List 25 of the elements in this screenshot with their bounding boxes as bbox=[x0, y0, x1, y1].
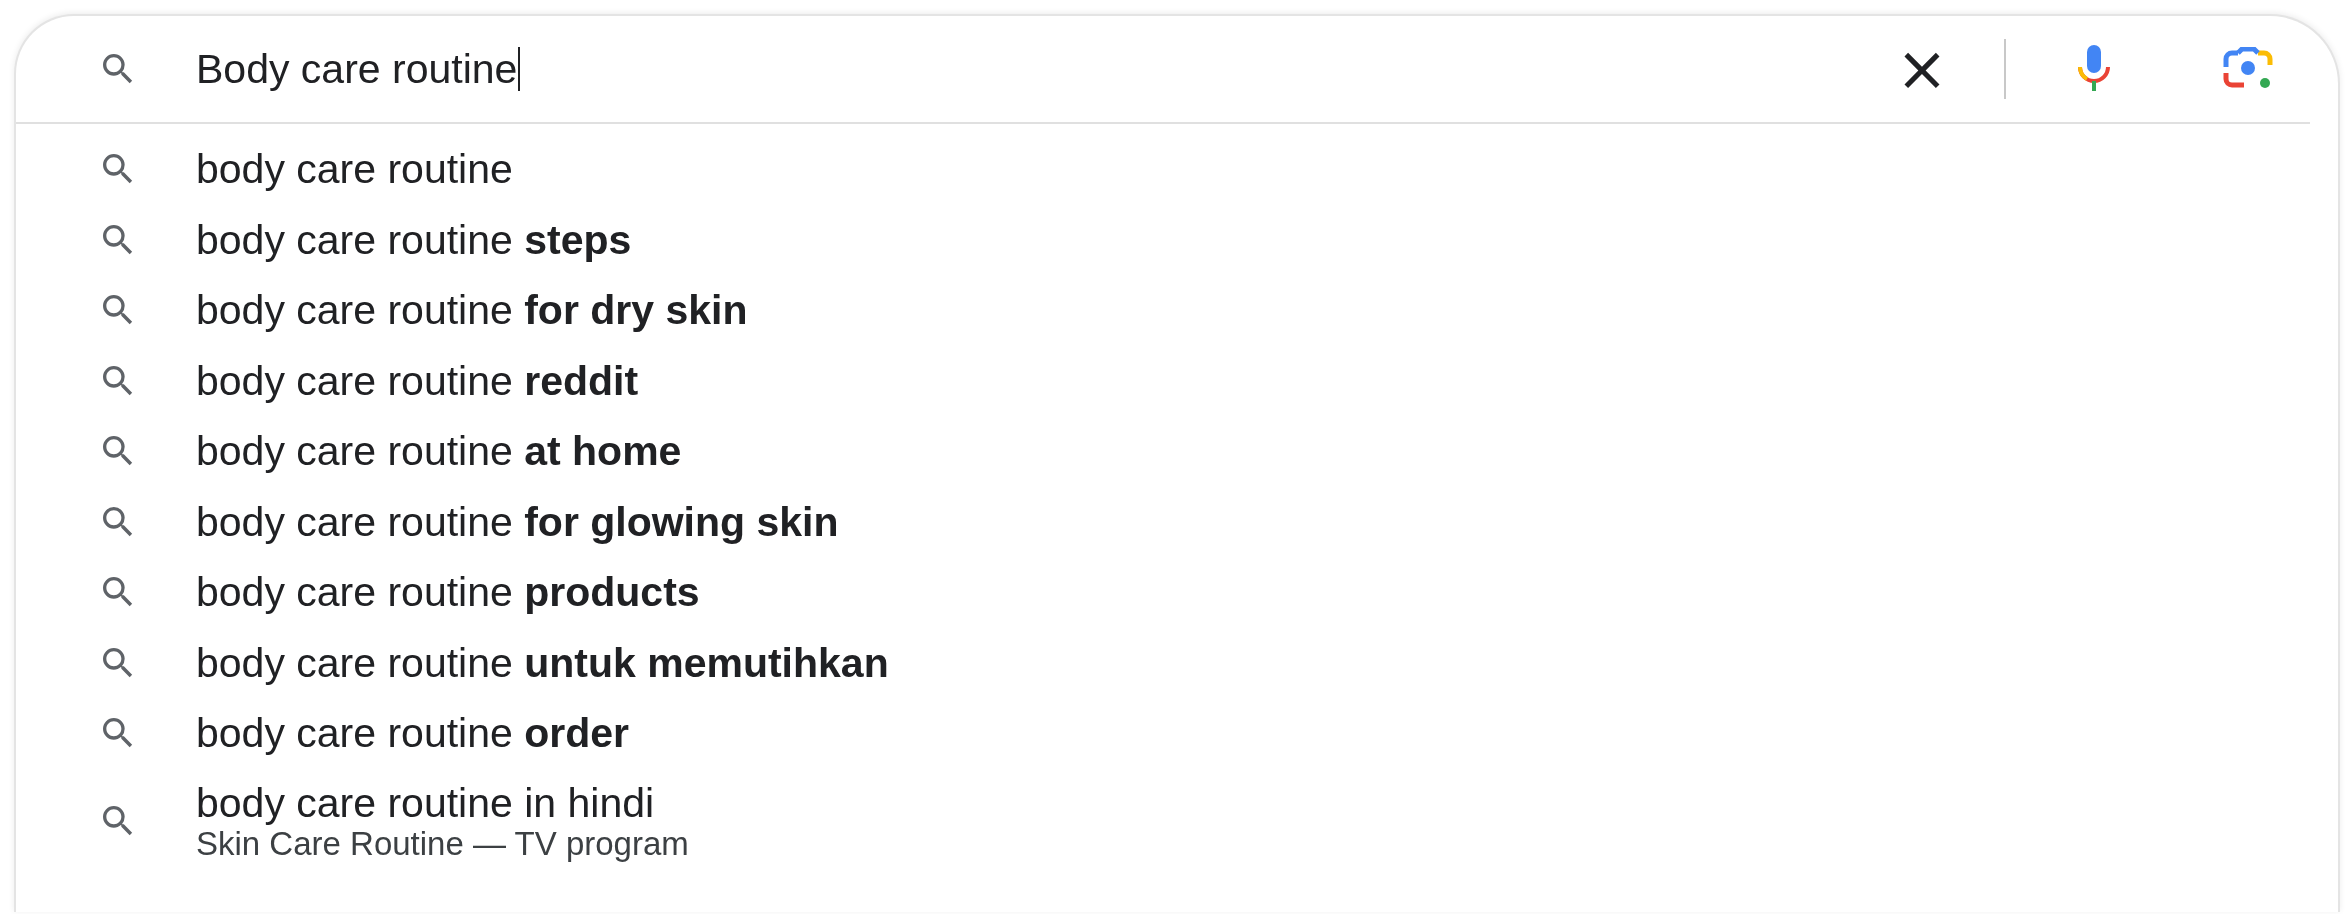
suggestion-item[interactable]: body care routine for dry skin bbox=[16, 275, 2328, 346]
suggestion-text: body care routine order bbox=[196, 710, 629, 757]
suggestion-text: body care routine for glowing skin bbox=[196, 498, 839, 545]
suggestion-text: body care routine reddit bbox=[196, 357, 639, 404]
suggestion-text: body care routine products bbox=[196, 569, 700, 616]
search-field[interactable]: Body care routine bbox=[196, 45, 518, 93]
camera-icon[interactable] bbox=[2222, 47, 2274, 91]
suggestion-text: body care routine in hindi bbox=[196, 779, 656, 826]
suggestion-text: body care routine steps bbox=[196, 216, 632, 263]
suggestion-text: body care routine at home bbox=[196, 428, 682, 475]
suggestion-item[interactable]: body care routine for glowing skin bbox=[16, 486, 2328, 557]
suggestion-item[interactable]: body care routine in hindi Skin Care Routine — TV program bbox=[16, 768, 2328, 867]
suggestion-item[interactable]: body care routine at home bbox=[16, 416, 2328, 487]
suggestion-text: body care routine bbox=[196, 146, 513, 193]
suggestion-text: body care routine for dry skin bbox=[196, 287, 748, 334]
suggestion-item[interactable]: body care routine order bbox=[16, 698, 2328, 769]
suggestion-subtitle: Skin Care Routine — TV program bbox=[196, 825, 689, 862]
suggestion-item[interactable]: body care routine bbox=[16, 134, 2328, 205]
suggestion-item[interactable]: body care routine untuk memutihkan bbox=[16, 627, 2328, 698]
suggestion-item[interactable]: body care routine reddit bbox=[16, 345, 2328, 416]
suggestion-text: body care routine untuk memutihkan bbox=[196, 639, 889, 686]
clear-button[interactable]: × bbox=[1890, 39, 1954, 99]
suggestion-item[interactable]: body care routine steps bbox=[16, 204, 2328, 275]
text-cursor bbox=[518, 47, 521, 91]
suggestion-item[interactable]: body care routine products bbox=[16, 557, 2328, 628]
